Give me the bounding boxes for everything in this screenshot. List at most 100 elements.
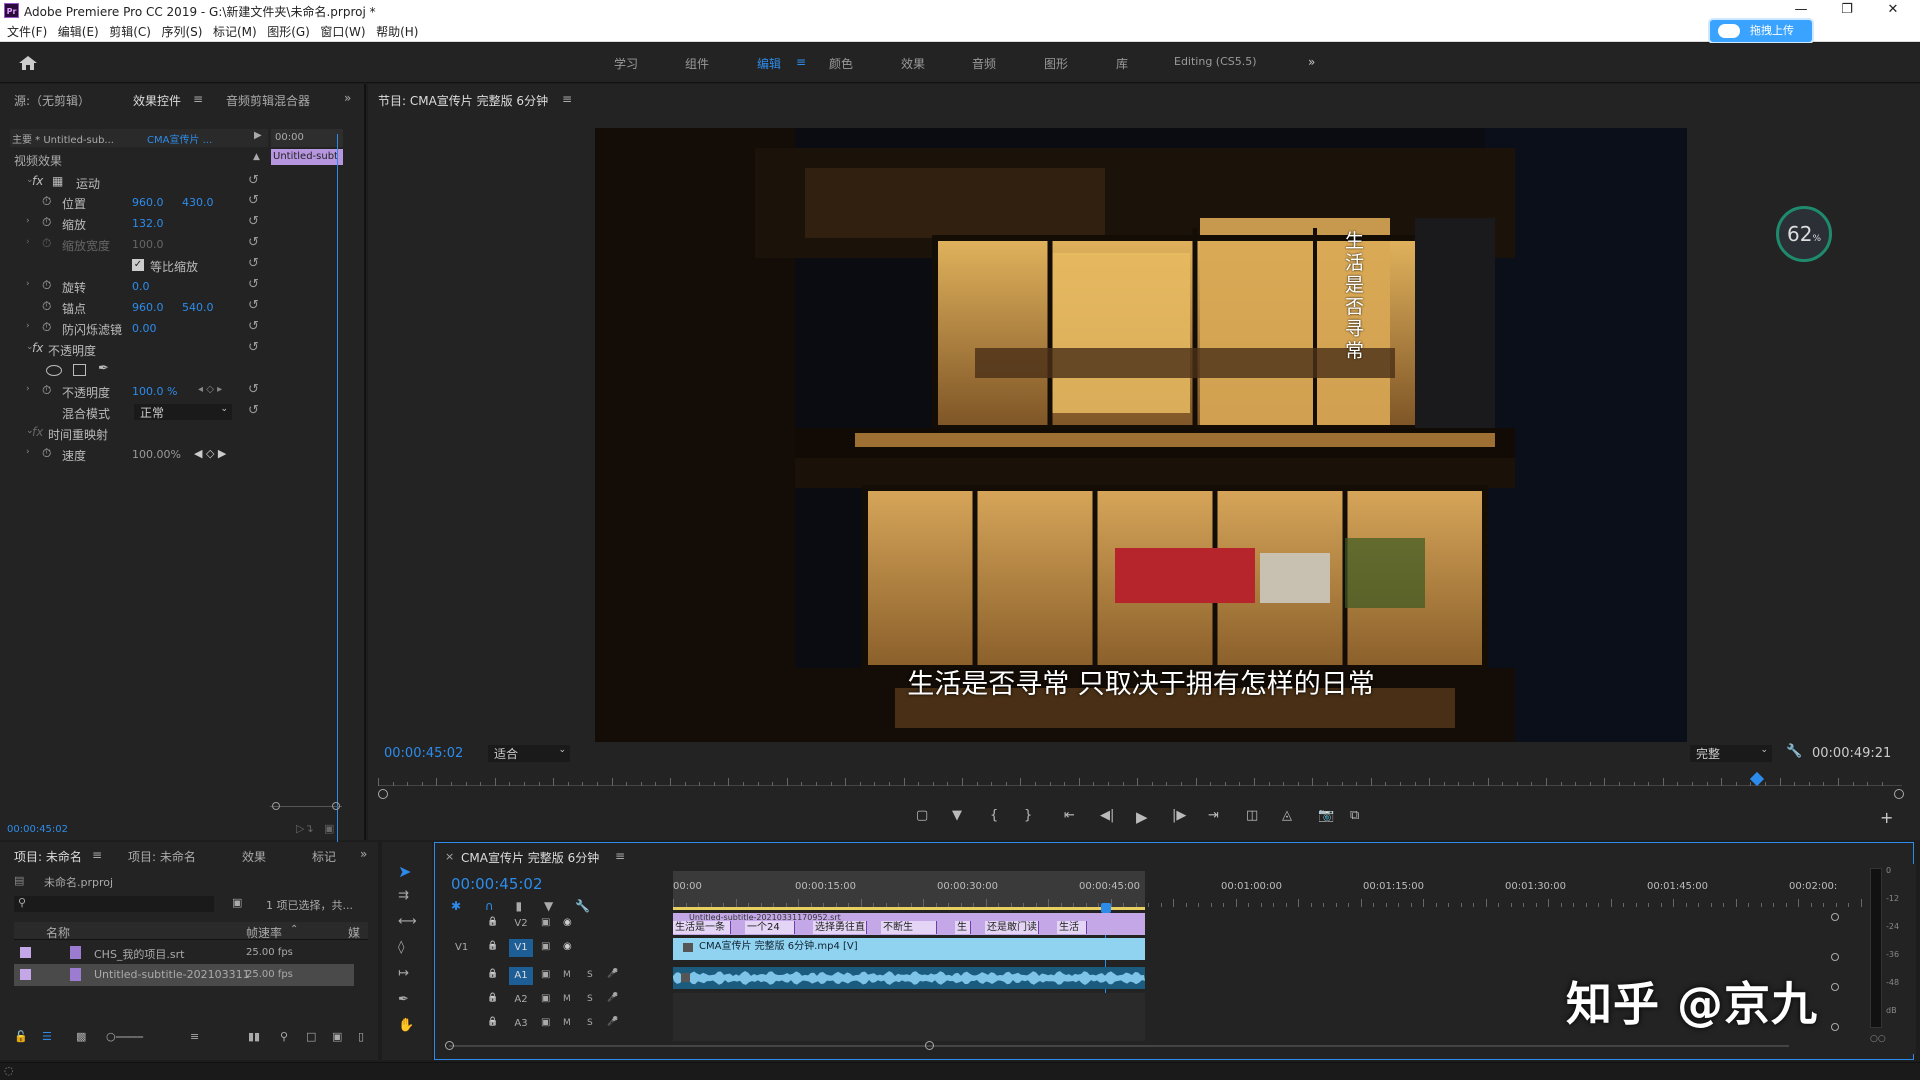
track-select-tool-icon[interactable]: ⇉ [398,888,409,903]
automate-icon[interactable]: ▮▮ [248,1030,260,1043]
scale-value[interactable]: 132.0 [132,217,164,230]
collapse-icon[interactable]: ▲ [253,152,260,162]
mini-playhead[interactable] [337,134,338,872]
opacity-value[interactable]: 100.0 % [132,385,177,398]
more-workspaces-icon[interactable]: » [1308,55,1315,69]
zoom-select[interactable]: 适合 ⌄ [488,745,570,762]
sort-icon[interactable]: ≡ [190,1030,199,1043]
pen-tool-icon[interactable]: ✒ [398,992,409,1007]
mute-button[interactable]: M [563,970,571,980]
mini-clip[interactable]: Untitled-subt [271,149,343,165]
voiceover-mic-icon[interactable]: 🎤 [607,993,618,1003]
twirl-icon[interactable]: › [26,321,30,331]
settings-wrench-icon[interactable]: 🔧 [1786,744,1802,759]
motion-row[interactable]: ⌄ fx ▦ 运动 ↺ [10,172,268,192]
effect-controls-timecode[interactable]: 00:00:45:02 [7,824,68,835]
reset-icon[interactable]: ↺ [248,214,259,229]
tab-effects[interactable]: 效果 [242,848,266,865]
twirl-icon[interactable]: › [26,216,30,226]
column-name[interactable]: 名称 [46,924,70,941]
stopwatch-icon[interactable]: ⏱ [42,383,51,398]
ripple-edit-tool-icon[interactable]: ⟷ [398,914,417,929]
mute-button[interactable]: M [563,994,571,1004]
mark-out-icon[interactable]: } [1024,808,1032,823]
menu-sequence[interactable]: 序列(S) [161,22,202,42]
export-frame-icon[interactable]: 📷 [1318,808,1334,823]
reset-icon[interactable]: ↺ [248,298,259,313]
timeline-timecode[interactable]: 00:00:45:02 [451,875,543,893]
workspace-editing-cs55[interactable]: Editing (CS5.5) [1174,55,1257,68]
stopwatch-icon[interactable]: ⏱ [42,194,51,209]
safe-margins-icon[interactable]: ▢ [916,808,928,823]
comparison-view-icon[interactable]: ⧉ [1350,808,1359,823]
list-view-icon[interactable]: ☰ [42,1030,52,1043]
pen-mask-icon[interactable]: ✒ [98,361,109,376]
clear-icon[interactable]: ▯ [358,1030,364,1043]
lock-track-icon[interactable]: 🔒 [487,969,498,979]
scroll-handle-right[interactable] [925,1041,934,1050]
razor-tool-icon[interactable]: ◊ [398,940,404,955]
vertical-scrollbar[interactable] [1831,913,1839,1041]
menu-window[interactable]: 窗口(W) [320,22,365,42]
voiceover-mic-icon[interactable]: 🎤 [607,1017,618,1027]
reset-icon[interactable]: ↺ [248,382,259,397]
upload-button[interactable]: 拖拽上传 [1710,20,1812,42]
track-target[interactable]: V2 [509,915,533,933]
subtitle-clip[interactable]: 不断生 [881,921,937,934]
timeline-ruler[interactable]: 00:00 00:00:15:00 00:00:30:00 00:00:45:00 00… [673,871,1913,907]
reset-icon[interactable]: ↺ [248,173,259,188]
scroll-handle-left[interactable] [445,1041,454,1050]
eye-icon[interactable]: ◉ [563,917,572,928]
stopwatch-icon[interactable]: ⏱ [42,299,51,314]
panel-menu-icon[interactable]: ≡ [615,849,625,863]
mute-button[interactable]: M [563,1018,571,1028]
voiceover-mic-icon[interactable]: 🎤 [607,969,618,979]
keyframe-nav-icon[interactable]: ◂ ◇ ▸ [198,384,222,395]
sync-lock-icon[interactable]: ▣ [541,941,550,952]
blend-mode-select[interactable]: 正常 ⌄ [134,404,232,420]
lock-track-icon[interactable]: 🔒 [487,993,498,1003]
workspace-color[interactable]: 颜色 [829,55,853,72]
menu-file[interactable]: 文件(F) [7,22,47,42]
add-marker-icon[interactable]: ▼ [952,808,962,823]
filter-icon[interactable]: ▷↴ [296,822,314,835]
lock-track-icon[interactable]: 🔒 [487,941,498,951]
solo-buttons[interactable]: ○○ [1870,1034,1886,1044]
project-item-selected[interactable]: Untitled-subtitle-202103311 25.00 fps [14,964,354,986]
subtitle-clip[interactable]: 生 [955,921,971,934]
subtitle-clip[interactable]: 还是敢门读 [985,921,1039,934]
position-x-value[interactable]: 960.0 [132,196,164,209]
flicker-value[interactable]: 0.00 [132,322,157,335]
twirl-icon[interactable]: › [26,447,30,457]
stopwatch-icon[interactable]: ⏱ [42,320,51,335]
workspace-editing[interactable]: 编辑 [757,55,781,72]
subtitle-clip[interactable]: 选择勇往直 [813,921,867,934]
column-fps[interactable]: 帧速率 [246,924,282,941]
zoom-handle-left[interactable] [272,802,280,810]
play-only-icon[interactable]: ▶ [254,130,262,141]
menu-edit[interactable]: 编辑(E) [58,22,99,42]
home-icon[interactable] [18,55,38,71]
find-icon[interactable]: ⚲ [280,1030,288,1043]
tab-source[interactable]: 源:（无剪辑） [14,92,90,109]
reset-icon[interactable]: ↺ [248,277,259,292]
in-out-range-bar[interactable] [673,907,1145,910]
audio-clip[interactable] [673,967,1145,989]
export-icon[interactable]: ▣ [324,822,334,835]
subtitle-clip[interactable]: 生活 [1057,921,1087,934]
reset-icon[interactable]: ↺ [248,193,259,208]
close-sequence-icon[interactable]: × [445,850,454,863]
restore-icon[interactable]: ❐ [1832,2,1862,17]
selection-tool-icon[interactable]: ➤ [398,862,411,881]
subtitle-track-clip[interactable]: Untitled-subtitle-20210331170952.srt 生活是… [673,913,1145,935]
new-bin-icon[interactable]: □ [306,1030,316,1043]
track-target[interactable]: A2 [509,991,533,1009]
time-remap-row[interactable]: ⌄ fx 时间重映射 [10,423,268,443]
workspace-assembly[interactable]: 组件 [685,55,709,72]
opacity-section-row[interactable]: ⌄ fx 不透明度 ↺ [10,339,268,359]
panel-menu-icon[interactable]: ≡ [92,848,102,862]
panel-menu-icon[interactable]: ≡ [193,92,203,106]
twirl-icon[interactable]: › [26,384,30,394]
resolution-select[interactable]: 完整 ⌄ [1690,745,1772,762]
reset-icon[interactable]: ↺ [248,319,259,334]
